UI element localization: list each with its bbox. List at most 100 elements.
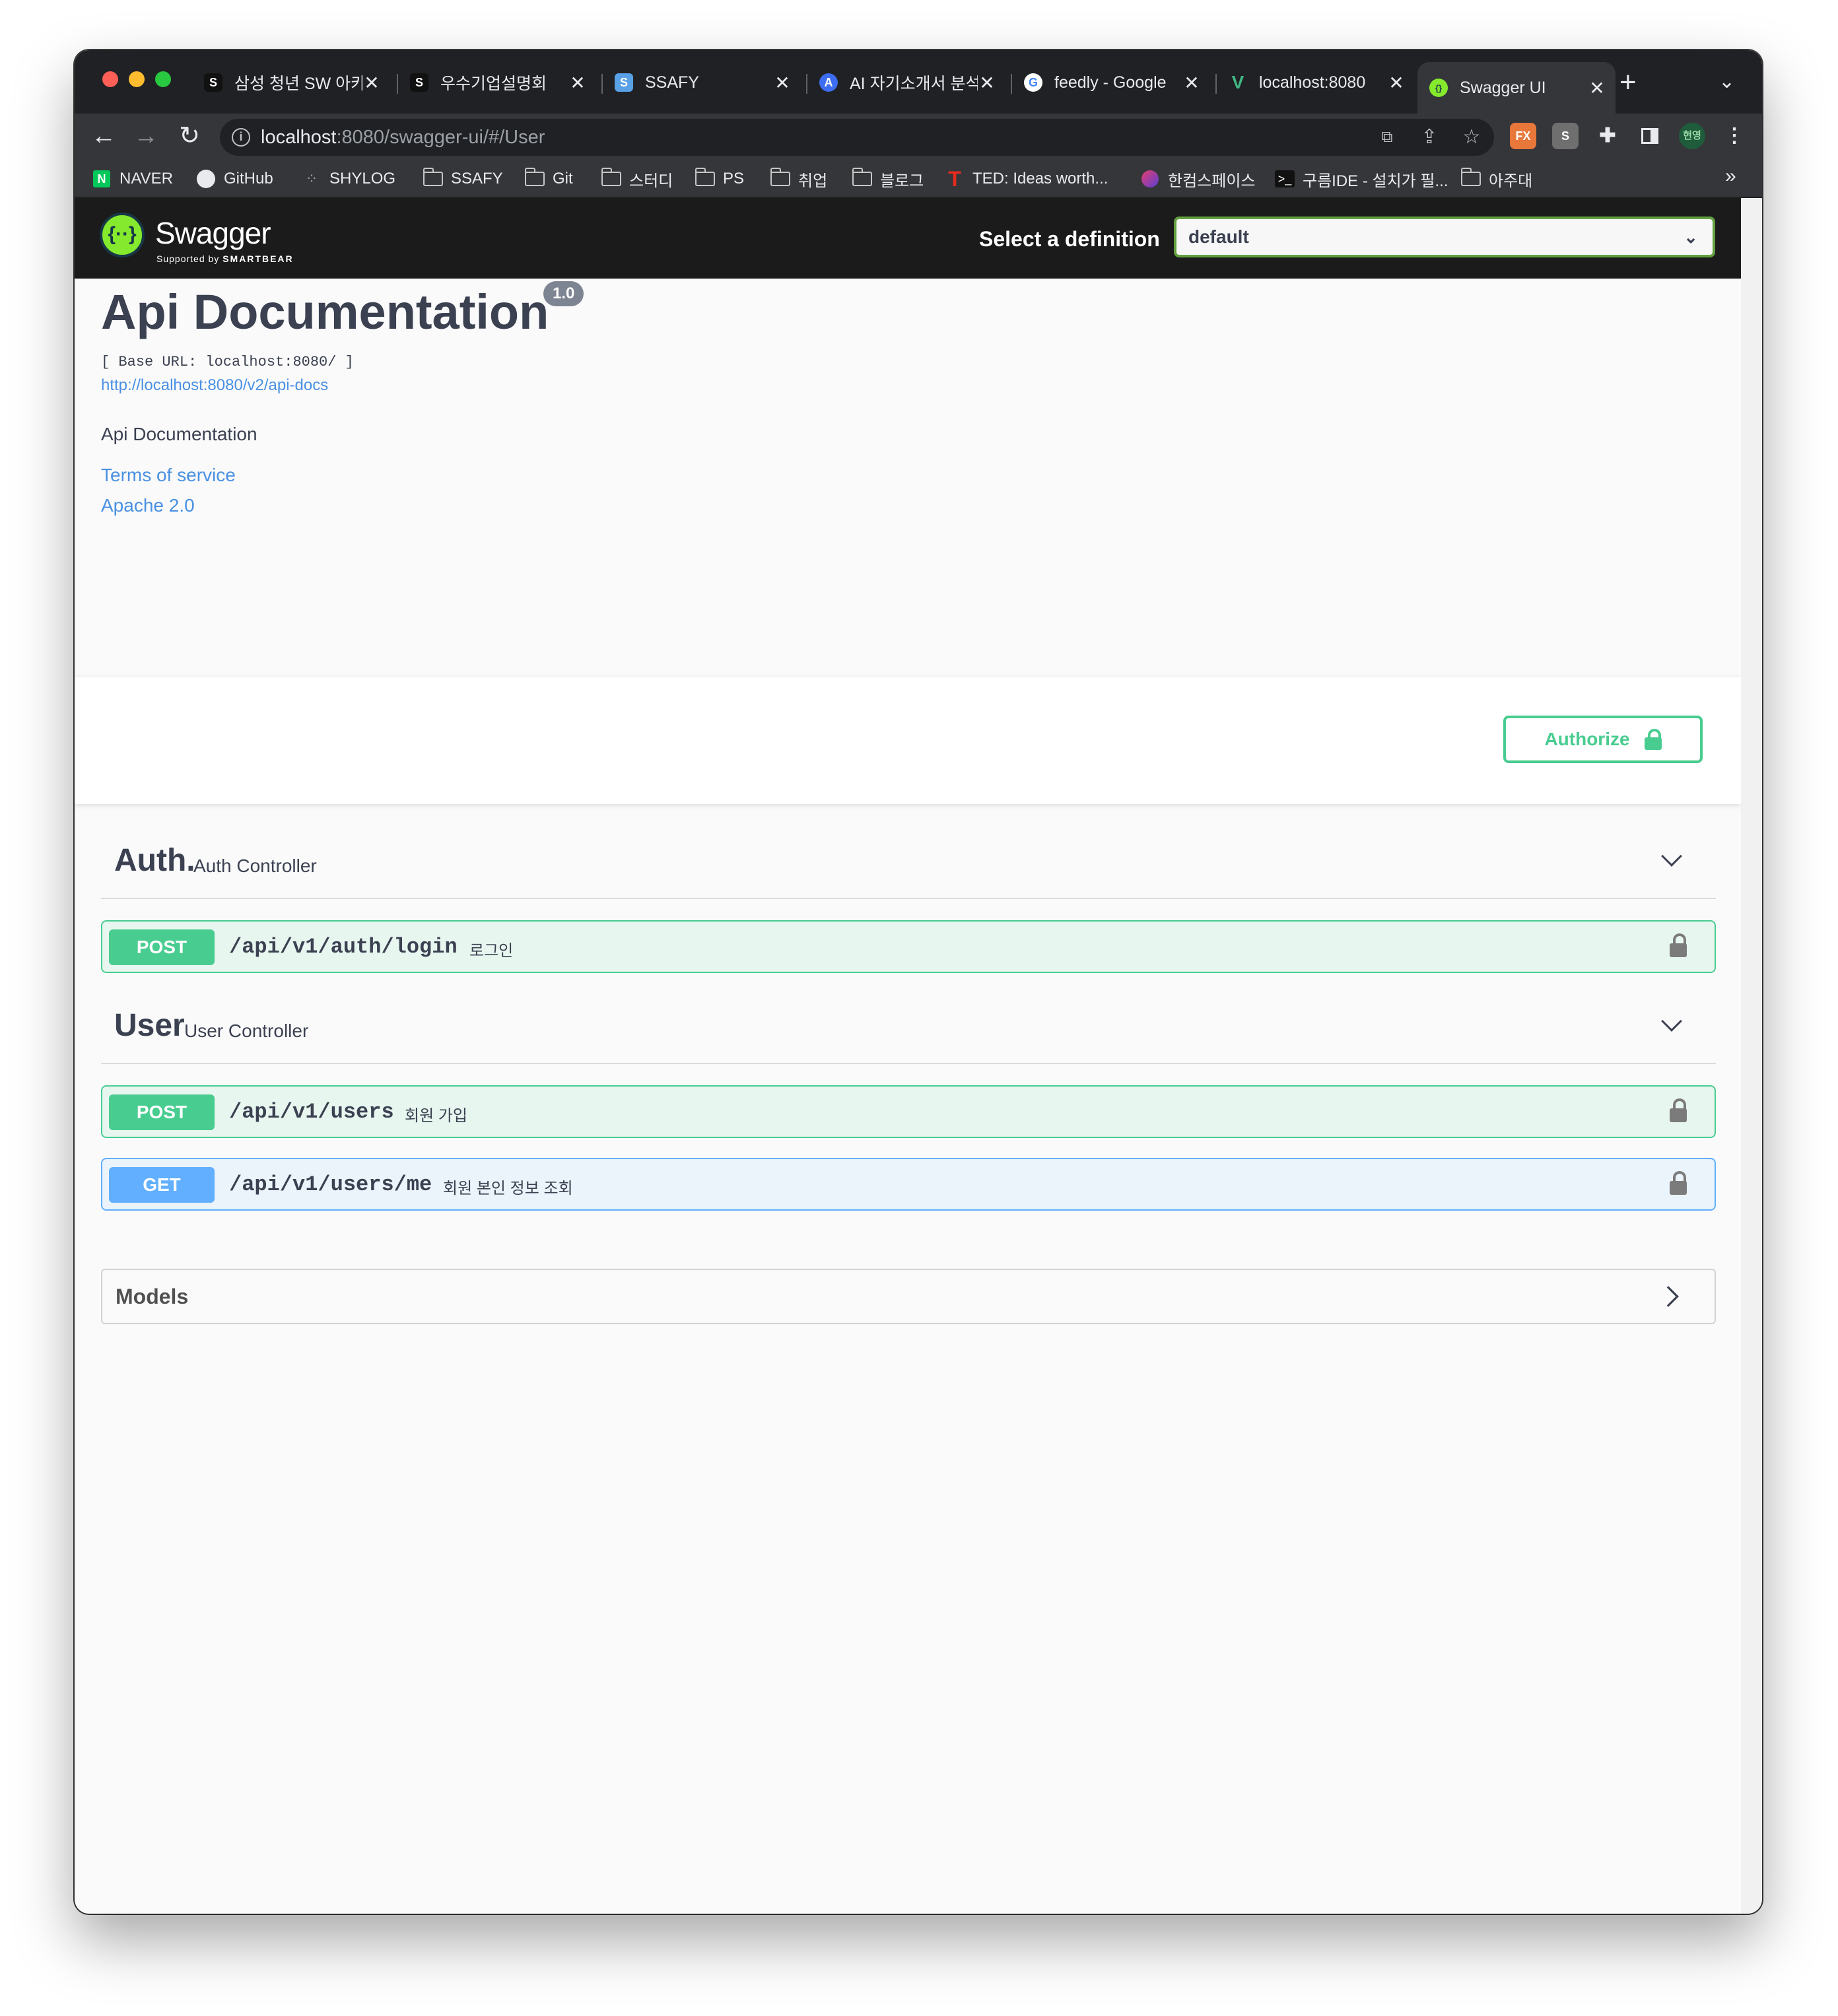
browser-tab-active[interactable]: {} Swagger UI ✕ bbox=[1417, 62, 1616, 114]
scrollbar[interactable] bbox=[1741, 198, 1762, 1914]
bookmark-folder[interactable]: 아주대 bbox=[1460, 166, 1533, 191]
browser-tab[interactable]: S 우수기업설명회 ✕ bbox=[398, 62, 596, 103]
operation-path: /api/v1/users/me bbox=[229, 1172, 432, 1197]
bookmark-folder[interactable]: PS bbox=[695, 166, 744, 191]
google-favicon-icon: G bbox=[1024, 73, 1042, 92]
tag-header-user[interactable]: User User Controller bbox=[101, 980, 1716, 1064]
forward-arrow-icon[interactable]: → bbox=[131, 121, 160, 151]
swagger-page: {··} Swagger Supported by SMARTBEAR Sele… bbox=[75, 198, 1741, 1914]
folder-icon bbox=[423, 168, 443, 187]
license-link[interactable]: Apache 2.0 bbox=[101, 495, 195, 516]
lock-icon[interactable] bbox=[1670, 1171, 1687, 1195]
tab-title: localhost:8080 bbox=[1259, 73, 1366, 92]
tab-close-icon[interactable]: ✕ bbox=[1387, 72, 1406, 94]
bookmark-folder[interactable]: 블로그 bbox=[852, 166, 924, 191]
terminal-icon: >_ bbox=[1275, 170, 1295, 187]
fx-extension-icon[interactable]: FX bbox=[1510, 123, 1536, 149]
bookmark-folder[interactable]: 스터디 bbox=[601, 166, 673, 191]
authorize-button[interactable]: Authorize bbox=[1503, 716, 1703, 763]
tab-search-icon[interactable]: ⌄ bbox=[1719, 70, 1735, 93]
chevron-right-icon[interactable] bbox=[1658, 1286, 1679, 1307]
chevron-down-icon[interactable] bbox=[1661, 1011, 1682, 1032]
operation-get-users-me[interactable]: GET /api/v1/users/me 회원 본인 정보 조회 bbox=[101, 1158, 1716, 1211]
bookmark-folder[interactable]: Git bbox=[524, 166, 573, 191]
swagger-logo-icon[interactable]: {··} bbox=[100, 213, 145, 257]
folder-icon bbox=[695, 168, 715, 187]
browser-tab[interactable]: G feedly - Google ✕ bbox=[1012, 62, 1210, 103]
lock-icon[interactable] bbox=[1670, 1098, 1687, 1122]
extensions-puzzle-icon[interactable]: ✚ bbox=[1594, 123, 1621, 149]
folder-icon bbox=[852, 168, 872, 187]
lock-icon[interactable] bbox=[1670, 933, 1687, 957]
method-badge: GET bbox=[109, 1167, 215, 1203]
tag-description: User Controller bbox=[184, 1021, 309, 1041]
bookmark-label: TED: Ideas worth... bbox=[972, 170, 1108, 187]
tab-close-icon[interactable]: ✕ bbox=[362, 72, 381, 94]
version-badge: 1.0 bbox=[543, 281, 584, 306]
bookmark-item[interactable]: N NAVER bbox=[92, 166, 173, 191]
bookmark-label: 블로그 bbox=[880, 172, 924, 190]
close-window-button[interactable] bbox=[102, 71, 118, 87]
bookmark-item[interactable]: T TED: Ideas worth... bbox=[945, 166, 1108, 191]
models-title: Models bbox=[116, 1285, 189, 1308]
browser-tab[interactable]: V localhost:8080 ✕ bbox=[1217, 62, 1415, 103]
maximize-window-button[interactable] bbox=[155, 71, 171, 87]
hancom-icon bbox=[1140, 170, 1160, 187]
operation-post-users[interactable]: POST /api/v1/users 회원 가입 bbox=[101, 1085, 1716, 1138]
minimize-window-button[interactable] bbox=[129, 71, 145, 87]
tab-title: Swagger UI bbox=[1460, 78, 1546, 97]
models-section[interactable]: Models bbox=[101, 1269, 1716, 1324]
tag-name: User bbox=[114, 1008, 185, 1043]
definition-select[interactable]: default ⌄ bbox=[1174, 217, 1715, 257]
bookmark-folder[interactable]: SSAFY bbox=[423, 166, 503, 191]
tab-close-icon[interactable]: ✕ bbox=[773, 72, 792, 94]
tab-title: AI 자기소개서 분석 bbox=[850, 75, 978, 93]
vue-favicon-icon: V bbox=[1231, 72, 1244, 92]
ted-icon: T bbox=[948, 166, 961, 191]
operation-summary: 회원 본인 정보 조회 bbox=[443, 1180, 573, 1197]
swagger-logo-text: Swagger bbox=[155, 216, 271, 250]
s-extension-icon[interactable]: S bbox=[1552, 123, 1579, 149]
chevron-down-icon: ⌄ bbox=[1684, 227, 1698, 247]
tag-header-auth[interactable]: Auth. Auth Controller bbox=[101, 815, 1716, 899]
tab-favicon-icon: A bbox=[819, 73, 838, 92]
tab-close-icon[interactable]: ✕ bbox=[1588, 77, 1606, 99]
tab-title: feedly - Google bbox=[1054, 73, 1167, 92]
reload-icon[interactable]: ↻ bbox=[175, 121, 204, 151]
tab-close-icon[interactable]: ✕ bbox=[1182, 72, 1201, 94]
browser-tab[interactable]: A AI 자기소개서 분석 ✕ bbox=[807, 62, 1005, 103]
bookmark-item[interactable]: 한컴스페이스 bbox=[1140, 166, 1255, 191]
tab-close-icon[interactable]: ✕ bbox=[978, 72, 996, 94]
side-panel-icon[interactable] bbox=[1637, 123, 1663, 149]
bookmark-item[interactable]: >_ 구름IDE - 설치가 필... bbox=[1275, 166, 1448, 191]
url-text: localhost:8080/swagger-ui/#/User bbox=[261, 127, 545, 148]
api-docs-link[interactable]: http://localhost:8080/v2/api-docs bbox=[101, 376, 328, 395]
tab-title: 우수기업설명회 bbox=[440, 75, 547, 93]
tag-section-user: User User Controller bbox=[101, 980, 1716, 1064]
bookmark-item[interactable]: ⁘ SHYLOG bbox=[302, 166, 395, 191]
browser-tab[interactable]: S 삼성 청년 SW 아카 ✕ bbox=[192, 62, 390, 103]
profile-avatar[interactable]: 현영 bbox=[1679, 123, 1705, 149]
tab-favicon-icon: S bbox=[410, 73, 428, 92]
authorize-label: Authorize bbox=[1544, 729, 1630, 749]
chevron-down-icon[interactable] bbox=[1661, 846, 1682, 867]
bookmark-star-icon[interactable]: ☆ bbox=[1460, 125, 1483, 149]
operation-post-auth-login[interactable]: POST /api/v1/auth/login 로그인 bbox=[101, 920, 1716, 973]
share-icon[interactable]: ⇪ bbox=[1417, 125, 1441, 149]
bookmark-label: 스터디 bbox=[629, 172, 673, 190]
bookmark-item[interactable]: GitHub bbox=[196, 166, 273, 191]
tab-close-icon[interactable]: ✕ bbox=[568, 72, 587, 94]
bookmark-label: SHYLOG bbox=[329, 170, 396, 187]
translate-icon[interactable]: ⧉ bbox=[1375, 125, 1399, 149]
back-arrow-icon[interactable]: ← bbox=[89, 121, 118, 151]
more-bookmarks-icon[interactable]: » bbox=[1725, 165, 1736, 187]
bookmark-label: 아주대 bbox=[1489, 172, 1533, 190]
bookmark-folder[interactable]: 취업 bbox=[770, 166, 827, 191]
address-bar[interactable]: i localhost:8080/swagger-ui/#/User ⧉ ⇪ ☆ bbox=[220, 119, 1494, 156]
browser-tab[interactable]: S SSAFY ✕ bbox=[603, 62, 801, 103]
terms-of-service-link[interactable]: Terms of service bbox=[101, 465, 236, 486]
site-info-icon[interactable]: i bbox=[232, 128, 250, 147]
new-tab-button[interactable]: + bbox=[1619, 66, 1637, 99]
more-menu-icon[interactable]: ⋮ bbox=[1721, 123, 1748, 149]
unlocked-lock-icon bbox=[1644, 729, 1662, 750]
